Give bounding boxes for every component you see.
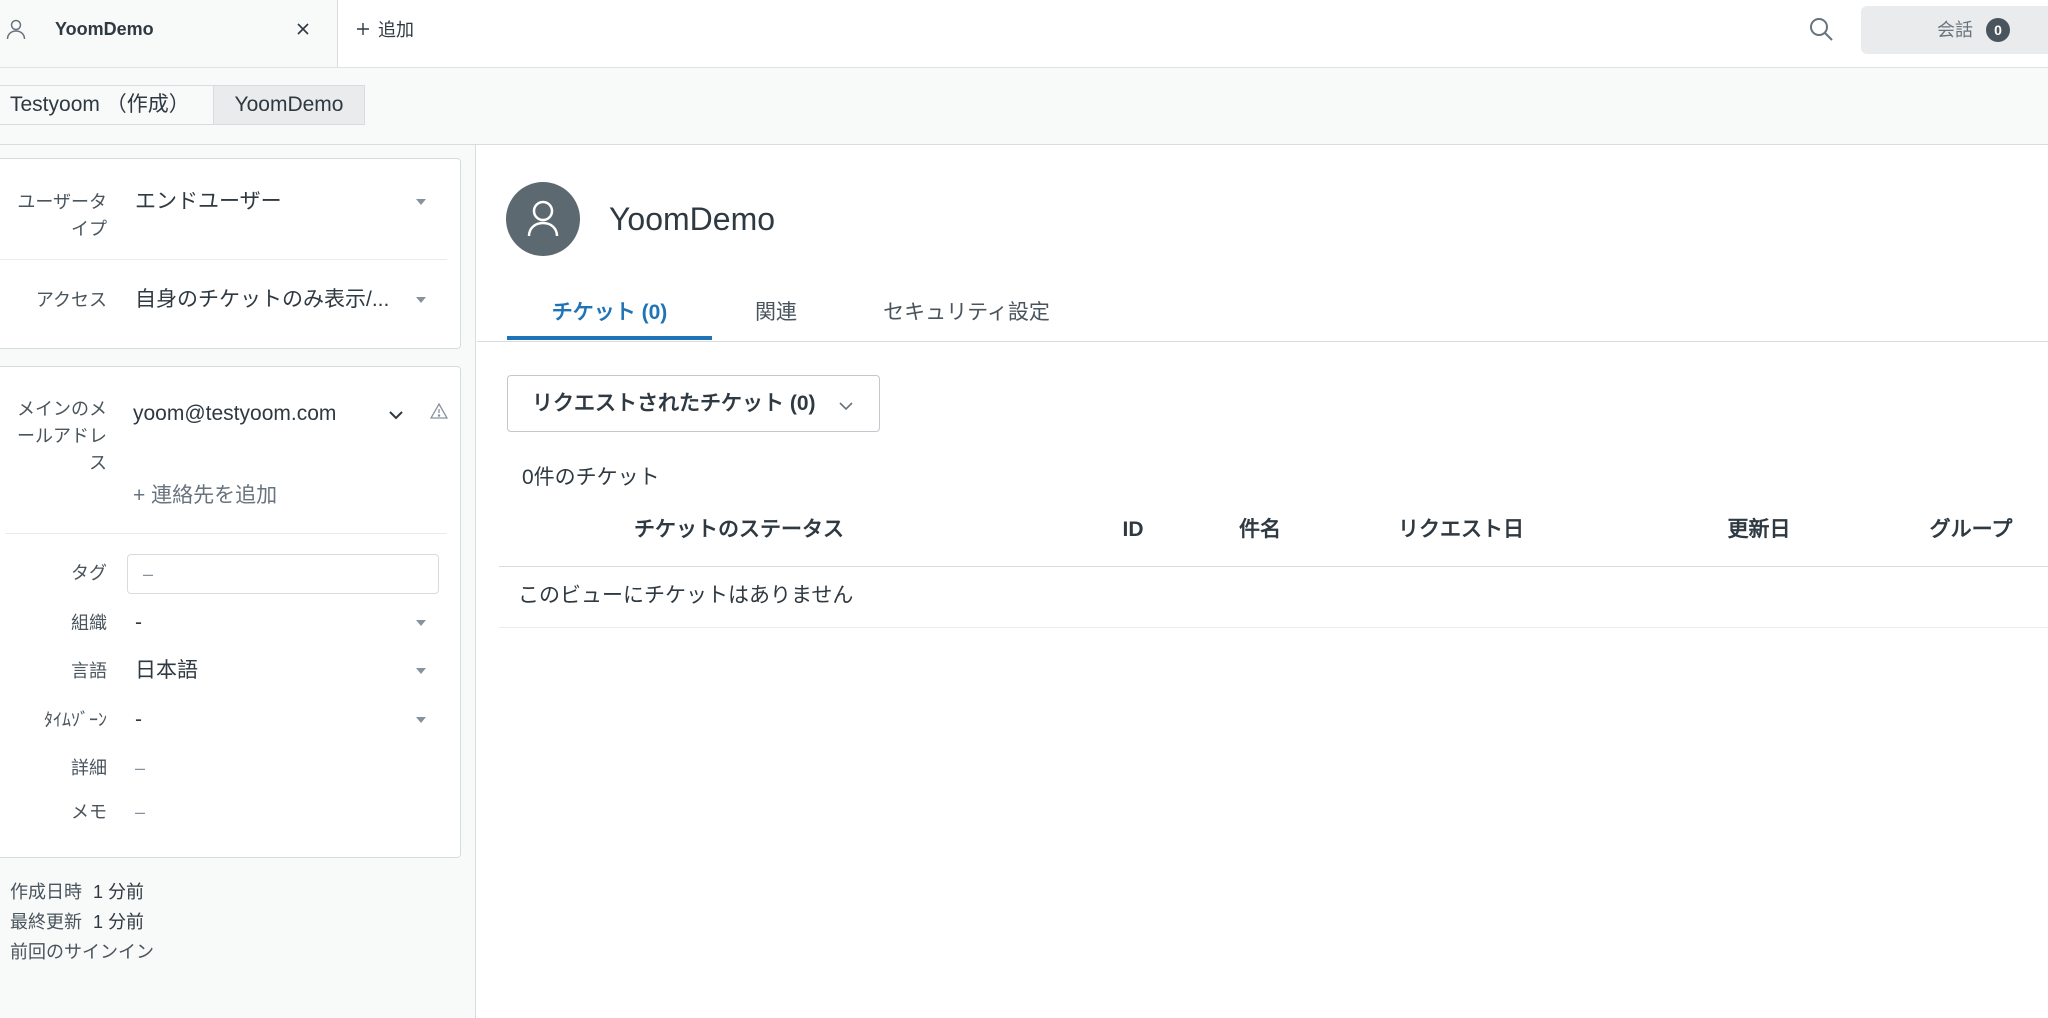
field-language[interactable]: 言語 日本語 [0, 658, 459, 684]
divider [5, 533, 447, 534]
field-label: タグ [71, 563, 107, 583]
column-header-status[interactable]: チケットのステータス [559, 517, 919, 543]
conversations-label: 会話 [1937, 20, 1973, 40]
user-properties-panel: ユーザータイプ エンドユーザー アクセス 自身のチケットのみ表示/... メイン… [0, 145, 476, 1018]
person-icon [527, 200, 559, 237]
meta-updated: 最終更新 1 分前 [10, 907, 165, 937]
field-label: メモ [71, 802, 107, 822]
details-value[interactable]: – [135, 755, 145, 781]
ticket-view-dropdown[interactable]: リクエストされたチケット (0) [507, 375, 880, 432]
user-tab-label: YoomDemo [55, 19, 154, 39]
caret-down-icon [416, 199, 426, 205]
divider [0, 259, 447, 260]
field-label: メインのメールアドレス [17, 399, 107, 473]
breadcrumb-bar: Testyoom （作成） YoomDemo [0, 68, 2048, 145]
tabs-divider [477, 341, 2048, 342]
field-label: 言語 [71, 661, 107, 681]
tab-tickets[interactable]: チケット (0) [507, 290, 712, 340]
field-label: ユーザータイプ [17, 192, 107, 239]
email-value[interactable]: yoom@testyoom.com [133, 401, 336, 427]
column-header-subject[interactable]: 件名 [1200, 517, 1320, 543]
meta-value: 1 分前 [93, 912, 145, 932]
caret-down-icon [416, 620, 426, 626]
field-label: 詳細 [71, 758, 107, 778]
page-title: YoomDemo [609, 201, 776, 237]
meta-created: 作成日時 1 分前 [10, 877, 165, 907]
column-header-updated[interactable]: 更新日 [1679, 517, 1839, 543]
add-button[interactable]: 追加 [356, 16, 414, 42]
top-bar: YoomDemo 追加 会話 0 [0, 0, 2048, 68]
tags-input[interactable] [127, 554, 439, 594]
user-tab[interactable]: YoomDemo [0, 0, 338, 67]
tab-security-settings[interactable]: セキュリティ設定 [862, 290, 1071, 340]
table-row-divider [499, 627, 2048, 628]
notes-value[interactable]: – [135, 799, 145, 825]
avatar [506, 182, 580, 256]
caret-down-icon [416, 297, 426, 303]
user-role-card: ユーザータイプ エンドユーザー アクセス 自身のチケットのみ表示/... [0, 158, 461, 349]
breadcrumb-organization[interactable]: Testyoom （作成） [0, 85, 214, 125]
field-organization[interactable]: 組織 - [0, 610, 459, 636]
ticket-count: 0件のチケット [522, 466, 660, 489]
meta-label: 作成日時 [10, 882, 82, 902]
timezone-select-value: - [135, 708, 142, 731]
conversations-button[interactable]: 会話 0 [1861, 6, 2048, 54]
field-label: ﾀｲﾑｿﾞｰﾝ [44, 710, 107, 730]
meta-label: 前回のサインイン [10, 942, 154, 962]
organization-select-value: - [135, 611, 142, 634]
close-icon[interactable] [296, 22, 310, 36]
conversations-count-badge: 0 [1986, 18, 2010, 42]
breadcrumb-user[interactable]: YoomDemo [213, 85, 365, 125]
tab-related[interactable]: 関連 [735, 290, 817, 340]
chevron-down-icon[interactable] [388, 407, 404, 420]
meta-value: 1 分前 [93, 882, 145, 902]
table-header-divider [499, 566, 2048, 567]
search-icon[interactable] [1808, 16, 1834, 42]
column-header-id[interactable]: ID [1083, 517, 1183, 543]
plus-icon [356, 22, 370, 36]
ticket-view-label: リクエストされたチケット (0) [532, 392, 816, 415]
chevron-down-icon [838, 398, 854, 411]
field-user-type[interactable]: ユーザータイプ エンドユーザー [0, 189, 459, 239]
user-type-select-value: エンドユーザー [135, 190, 282, 213]
field-details: 詳細 – [0, 755, 459, 781]
field-access[interactable]: アクセス 自身のチケットのみ表示/... [0, 287, 459, 313]
language-select-value: 日本語 [135, 659, 198, 682]
add-contact-link[interactable]: + 連絡先を追加 [133, 483, 277, 509]
warning-icon[interactable] [429, 402, 449, 420]
field-tags: タグ [0, 554, 459, 594]
meta-last-sign-in: 前回のサインイン [10, 937, 165, 967]
caret-down-icon [416, 717, 426, 723]
field-notes: メモ – [0, 799, 459, 825]
field-label: 組織 [71, 613, 107, 633]
field-label: アクセス [35, 290, 107, 310]
column-header-group[interactable]: グループ [1901, 517, 2041, 543]
column-header-requested[interactable]: リクエスト日 [1361, 517, 1561, 543]
user-meta: 作成日時 1 分前 最終更新 1 分前 前回のサインイン [10, 877, 165, 967]
caret-down-icon [416, 668, 426, 674]
add-button-label: 追加 [378, 20, 414, 40]
person-icon [4, 17, 28, 41]
user-details-card: メインのメールアドレス yoom@testyoom.com + 連絡先を追加 タ… [0, 366, 461, 858]
empty-table-message: このビューにチケットはありません [518, 584, 854, 607]
field-primary-email: メインのメールアドレス yoom@testyoom.com [0, 396, 459, 473]
field-timezone[interactable]: ﾀｲﾑｿﾞｰﾝ - [0, 707, 459, 733]
access-select-value: 自身のチケットのみ表示/... [135, 288, 390, 311]
meta-label: 最終更新 [10, 912, 82, 932]
